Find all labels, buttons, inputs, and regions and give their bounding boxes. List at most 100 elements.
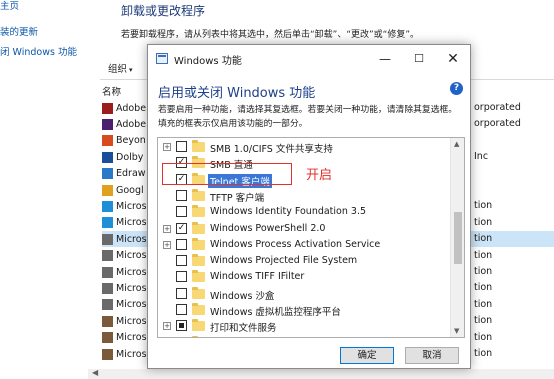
feature-label[interactable]: TFTP 客户端	[210, 190, 264, 204]
feature-checkbox[interactable]	[176, 304, 187, 315]
folder-icon	[192, 237, 205, 250]
program-icon	[102, 233, 113, 245]
feature-label[interactable]: Windows 虚拟机监控程序平台	[210, 304, 341, 318]
program-icon	[102, 168, 113, 180]
help-icon[interactable]: ?	[450, 82, 463, 95]
folder-icon	[192, 221, 205, 234]
feature-checkbox[interactable]: ✓	[176, 336, 187, 337]
feature-checkbox[interactable]	[176, 238, 187, 250]
column-header-name[interactable]: 名称	[102, 84, 121, 98]
feature-row[interactable]: Windows Identity Foundation 3.5	[158, 204, 448, 220]
scroll-up-icon[interactable]: ▲	[454, 140, 459, 148]
feature-row[interactable]: Windows 沙盒	[158, 286, 448, 302]
program-icon	[102, 348, 113, 360]
feature-row[interactable]: + 打印和文件服务	[158, 318, 448, 334]
program-row[interactable]: Micros	[102, 264, 147, 280]
program-row[interactable]: Adobe	[102, 116, 146, 132]
program-row[interactable]: Micros	[102, 297, 147, 313]
program-row[interactable]: Micros	[102, 313, 147, 329]
feature-row[interactable]: Windows Projected File System	[158, 253, 448, 269]
program-row[interactable]: Edraw	[102, 166, 146, 182]
scrollbar-thumb[interactable]	[454, 212, 462, 264]
dialog-heading: 启用或关闭 Windows 功能	[158, 86, 316, 101]
feature-row[interactable]: + SMB 1.0/CIFS 文件共享支持	[158, 139, 448, 155]
close-button[interactable]: ✕	[436, 45, 470, 73]
program-name: Adobe	[116, 102, 147, 114]
sidebar-windows-features-link[interactable]: 闭 Windows 功能	[0, 44, 77, 58]
feature-checkbox[interactable]	[176, 271, 187, 283]
feature-label[interactable]: 打印和文件服务	[210, 320, 277, 334]
dialog-titlebar[interactable]: Windows 功能 — ☐ ✕	[148, 45, 470, 73]
feature-label[interactable]: Windows Projected File System	[210, 255, 357, 266]
expand-icon[interactable]: +	[163, 240, 171, 249]
program-name: Adobe	[116, 118, 147, 130]
program-name: Edraw	[116, 168, 146, 180]
program-name: Micros	[116, 217, 147, 229]
program-icon	[102, 332, 113, 344]
windows-features-dialog: Windows 功能 — ☐ ✕ 启用或关闭 Windows 功能 ? 若要启用…	[147, 44, 471, 369]
cancel-button[interactable]: 取消	[405, 347, 459, 364]
feature-checkbox[interactable]	[176, 189, 187, 201]
maximize-button[interactable]: ☐	[402, 45, 436, 73]
page-title: 卸载或更改程序	[121, 4, 206, 18]
feature-row[interactable]: + Windows Process Activation Service	[158, 237, 448, 253]
feature-checkbox[interactable]	[176, 255, 187, 267]
publisher-cell: tion	[474, 331, 493, 343]
expand-icon[interactable]: +	[163, 224, 171, 233]
minimize-button[interactable]: —	[368, 45, 402, 73]
program-row[interactable]: Micros	[102, 198, 147, 214]
program-row[interactable]: Micros	[102, 280, 147, 296]
program-name: Googl	[116, 184, 144, 196]
program-row[interactable]: Adobe	[102, 100, 146, 116]
folder-icon	[192, 254, 205, 267]
ok-button[interactable]: 确定	[340, 347, 394, 364]
publisher-cell: tion	[474, 233, 493, 245]
program-row[interactable]: Micros	[102, 248, 147, 264]
program-row[interactable]: Dolby	[102, 149, 143, 165]
feature-checkbox[interactable]	[176, 206, 187, 218]
sidebar-home-link[interactable]: 主页	[0, 0, 19, 12]
feature-row[interactable]: TFTP 客户端	[158, 188, 448, 204]
publisher-cell: tion	[474, 298, 493, 310]
feature-label[interactable]: Windows 沙盒	[210, 288, 274, 302]
program-row[interactable]: Micros	[102, 346, 147, 362]
program-name: Micros	[116, 315, 147, 327]
feature-label[interactable]: Windows Process Activation Service	[210, 239, 380, 250]
feature-label[interactable]: SMB 1.0/CIFS 文件共享支持	[210, 141, 333, 155]
scroll-left-icon[interactable]: ◀	[92, 368, 98, 377]
program-icon	[102, 315, 113, 327]
expand-icon[interactable]: +	[163, 143, 171, 151]
expand-icon[interactable]: +	[163, 322, 171, 331]
sidebar-updates-link[interactable]: 装的更新	[0, 24, 38, 38]
feature-checkbox[interactable]	[176, 287, 187, 299]
feature-row[interactable]: Windows TIFF IFilter	[158, 269, 448, 285]
dialog-description: 若要启用一种功能，请选择其复选框。若要关闭一种功能，请清除其复选框。填充的框表示…	[158, 105, 458, 129]
scroll-down-icon[interactable]: ▼	[454, 327, 459, 335]
vertical-scrollbar[interactable]: ▲ ▼	[450, 138, 464, 337]
feature-label[interactable]: Windows Identity Foundation 3.5	[210, 206, 366, 217]
folder-icon	[192, 205, 205, 218]
program-name: Micros	[116, 233, 147, 245]
feature-label[interactable]: Windows TIFF IFilter	[210, 271, 304, 282]
feature-row[interactable]: ✓ 工作文件夹客户端	[158, 335, 448, 338]
feature-row[interactable]: + ✓ Windows PowerShell 2.0	[158, 221, 448, 237]
publisher-cell: Inc	[474, 151, 489, 163]
folder-icon	[192, 303, 205, 315]
horizontal-scrollbar[interactable]: ◀	[88, 368, 554, 379]
feature-checkbox[interactable]	[176, 141, 187, 152]
feature-row[interactable]: Windows 虚拟机监控程序平台	[158, 302, 448, 318]
program-row[interactable]: Beyon	[102, 133, 146, 149]
feature-checkbox[interactable]: ✓	[176, 222, 187, 234]
program-row[interactable]: Googl	[102, 182, 144, 198]
feature-label[interactable]: 工作文件夹客户端	[210, 337, 286, 338]
program-name: Micros	[116, 282, 147, 294]
feature-checkbox[interactable]	[176, 320, 187, 332]
program-row[interactable]: Micros	[102, 215, 147, 231]
publisher-cell: tion	[474, 266, 493, 277]
organize-button[interactable]: 组织 ▾	[108, 61, 133, 75]
program-row[interactable]: Micros	[102, 330, 147, 346]
publisher-cell: tion	[474, 348, 493, 359]
feature-label[interactable]: Windows PowerShell 2.0	[210, 223, 325, 234]
folder-icon	[192, 270, 205, 283]
page-description: 若要卸载程序，请从列表中将其选中，然后单击“卸载”、“更改”或“修复”。	[121, 30, 419, 40]
